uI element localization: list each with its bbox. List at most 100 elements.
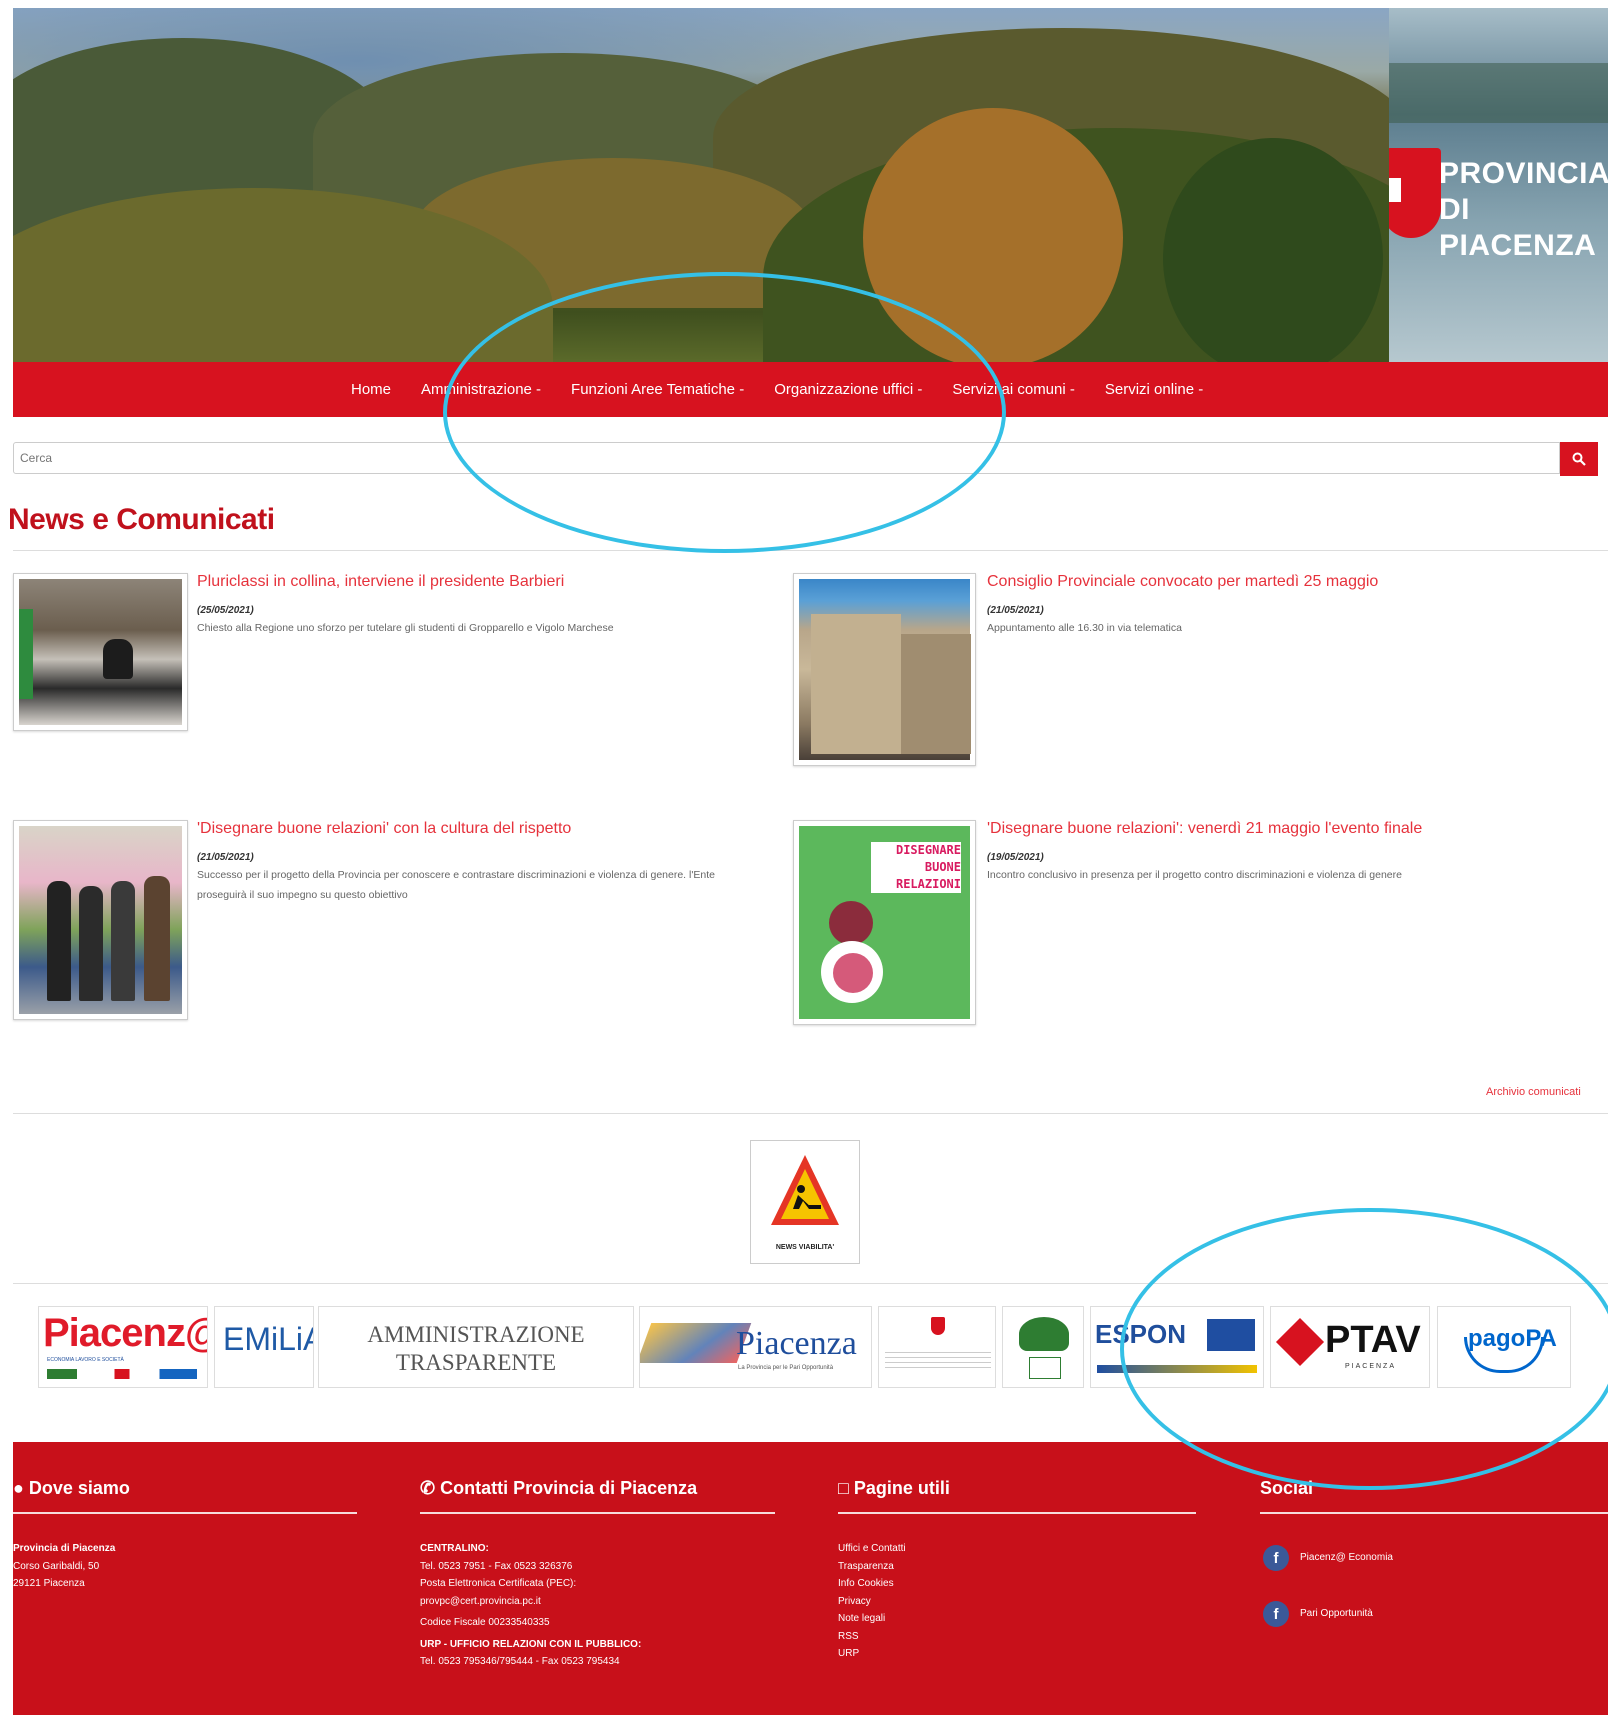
poster-text-line: RELAZIONI <box>871 876 961 893</box>
document-icon: □ <box>838 1478 854 1498</box>
banner-pagopa[interactable]: pagoPA <box>1437 1306 1571 1388</box>
social-link-pari-opportunita[interactable]: Pari Opportunità <box>1300 1605 1373 1623</box>
search-icon <box>1572 452 1586 466</box>
section-divider <box>13 1283 1608 1284</box>
banner-piacenza-pari-logo: Piacenza <box>736 1325 857 1362</box>
nav-item-servizi-online[interactable]: Servizi online - <box>1105 381 1203 398</box>
news-item-title[interactable]: Pluriclassi in collina, interviene il pr… <box>197 573 564 591</box>
banner-emilia-logo: EMiLiA <box>223 1321 313 1357</box>
footer-rule <box>420 1512 775 1514</box>
pec-label: Posta Elettronica Certificata (PEC): <box>420 1578 577 1589</box>
banner-emilia[interactable]: EMiLiA <box>214 1306 314 1388</box>
logo-line-2: DI PIACENZA <box>1439 193 1597 262</box>
section-divider <box>13 1113 1608 1114</box>
search-input[interactable] <box>13 442 1560 474</box>
footer-link-privacy[interactable]: Privacy <box>838 1593 906 1611</box>
address-line: Provincia di Piacenza <box>13 1543 116 1554</box>
news-divider <box>13 550 1608 551</box>
news-item-title[interactable]: Consiglio Provinciale convocato per mart… <box>987 573 1378 591</box>
social-link-piacenza-economia[interactable]: Piacenz@ Economia <box>1300 1549 1393 1567</box>
banner-amministrazione-trasparente[interactable]: AMMINISTRAZIONE TRASPARENTE <box>318 1306 634 1388</box>
poster-text-line: DISEGNARE <box>871 842 961 859</box>
footer-pagine-utili-heading: □ Pagine utili <box>838 1478 950 1499</box>
footer-rule <box>13 1512 357 1514</box>
footer-contatti: CENTRALINO: Tel. 0523 7951 - Fax 0523 32… <box>420 1540 641 1671</box>
news-item-excerpt: Appuntamento alle 16.30 in via telematic… <box>987 622 1182 634</box>
news-item-date: (19/05/2021) <box>987 852 1044 863</box>
news-thumbnail[interactable] <box>13 573 188 731</box>
centralino-tel: Tel. 0523 7951 - Fax 0523 326376 <box>420 1560 573 1572</box>
address-line: Corso Garibaldi, 50 <box>13 1560 100 1572</box>
footer-heading-text: Contatti Provincia di Piacenza <box>440 1478 698 1498</box>
news-thumbnail[interactable]: DISEGNARE BUONE RELAZIONI <box>793 820 976 1025</box>
banner-piacenza-pari-sub: La Provincia per le Pari Opportunità <box>738 1365 834 1371</box>
news-item-excerpt: Chiesto alla Regione uno sforzo per tute… <box>197 622 614 634</box>
banner-piacenza-economia-sub: ECONOMIA LAVORO E SOCIETÀ <box>47 1357 124 1363</box>
banner-ptav-logo: PTAV <box>1325 1319 1421 1361</box>
site-footer <box>13 1442 1608 1715</box>
banner-provincia-piacenza[interactable] <box>878 1306 996 1388</box>
logo-line-1: PROVINCIA <box>1439 157 1608 190</box>
province-logo-text: PROVINCIA DI PIACENZA <box>1439 156 1608 264</box>
address-line: 29121 Piacenza <box>13 1578 85 1589</box>
news-item-date: (21/05/2021) <box>197 852 254 863</box>
header-landscape-image <box>13 8 1389 362</box>
urp-tel: Tel. 0523 795346/795444 - Fax 0523 79543… <box>420 1656 620 1667</box>
footer-link-urp[interactable]: URP <box>838 1645 906 1663</box>
search-button[interactable] <box>1560 442 1598 476</box>
banner-ptav[interactable]: PTAV PIACENZA <box>1270 1306 1430 1388</box>
nav-item-funzioni-aree-tematiche[interactable]: Funzioni Aree Tematiche - <box>571 381 744 398</box>
banner-amministrazione-line1: AMMINISTRAZIONE <box>367 1322 585 1347</box>
banner-piacenza-economia[interactable]: Piacenz@ ECONOMIA LAVORO E SOCIETÀ <box>38 1306 208 1388</box>
province-shield-logo <box>1389 148 1441 238</box>
poster-text-line: BUONE <box>871 859 961 876</box>
banner-ptav-sub: PIACENZA <box>1345 1363 1397 1370</box>
footer-link-trasparenza[interactable]: Trasparenza <box>838 1558 906 1576</box>
footer-link-rss[interactable]: RSS <box>838 1628 906 1646</box>
news-thumbnail[interactable] <box>13 820 188 1020</box>
banner-piacenza-pari-opportunita[interactable]: Piacenza La Provincia per le Pari Opport… <box>639 1306 872 1388</box>
news-item-date: (25/05/2021) <box>197 605 254 616</box>
footer-rule <box>838 1512 1196 1514</box>
news-thumbnail[interactable] <box>793 573 976 766</box>
archive-link[interactable]: Archivio comunicati <box>1486 1086 1581 1098</box>
footer-social-heading: Social <box>1260 1478 1314 1498</box>
facebook-icon[interactable]: f <box>1263 1601 1289 1627</box>
footer-link-note-legali[interactable]: Note legali <box>838 1610 906 1628</box>
banner-piacenza-economia-logo: Piacenz@ <box>43 1311 208 1355</box>
banner-parco[interactable] <box>1002 1306 1084 1388</box>
codice-fiscale: Codice Fiscale 00233540335 <box>420 1617 550 1628</box>
urp-label: URP - UFFICIO RELAZIONI CON IL PUBBLICO: <box>420 1638 642 1650</box>
footer-dove-siamo-heading: ● Dove siamo <box>13 1478 130 1499</box>
footer-link-info-cookies[interactable]: Info Cookies <box>838 1575 906 1593</box>
news-section-title: News e Comunicati <box>8 503 275 536</box>
news-item-title[interactable]: 'Disegnare buone relazioni' con la cultu… <box>197 820 571 838</box>
banner-amministrazione-line2: TRASPARENTE <box>395 1350 557 1375</box>
news-viabilita-label: NEWS VIABILITA' <box>775 1244 835 1251</box>
footer-rule <box>1260 1512 1608 1514</box>
footer-heading-text: Pagine utili <box>853 1478 950 1498</box>
footer-heading-text: Dove siamo <box>28 1478 130 1498</box>
news-item-date: (21/05/2021) <box>987 605 1044 616</box>
news-item-excerpt: Successo per il progetto della Provincia… <box>197 869 715 901</box>
news-item-title[interactable]: 'Disegnare buone relazioni': venerdì 21 … <box>987 820 1422 838</box>
footer-address: Provincia di Piacenza Corso Garibaldi, 5… <box>13 1540 115 1593</box>
footer-contatti-heading: ✆ Contatti Provincia di Piacenza <box>420 1478 697 1499</box>
news-item-excerpt: Incontro conclusivo in presenza per il p… <box>987 869 1402 881</box>
nav-item-home[interactable]: Home <box>351 381 391 398</box>
nav-item-servizi-ai-comuni[interactable]: Servizi ai comuni - <box>952 381 1075 398</box>
footer-link-uffici[interactable]: Uffici e Contatti <box>838 1540 906 1558</box>
centralino-label: CENTRALINO: <box>420 1543 489 1554</box>
main-navigation: Home Amministrazione - Funzioni Aree Tem… <box>13 362 1608 417</box>
footer-pagine-utili-links: Uffici e Contatti Trasparenza Info Cooki… <box>838 1540 906 1663</box>
map-marker-icon: ● <box>13 1478 29 1498</box>
nav-item-amministrazione[interactable]: Amministrazione - <box>421 381 541 398</box>
phone-icon: ✆ <box>420 1478 441 1498</box>
logo-panel[interactable]: PROVINCIA DI PIACENZA <box>1389 8 1608 362</box>
nav-item-organizzazione-uffici[interactable]: Organizzazione uffici - <box>774 381 922 398</box>
facebook-icon[interactable]: f <box>1263 1545 1289 1571</box>
pec-link[interactable]: provpc@cert.provincia.pc.it <box>420 1593 641 1611</box>
banner-espon[interactable]: ESPON <box>1090 1306 1264 1388</box>
banner-espon-logo: ESPON <box>1095 1319 1187 1349</box>
news-viabilita-banner[interactable]: NEWS VIABILITA' <box>750 1140 860 1264</box>
